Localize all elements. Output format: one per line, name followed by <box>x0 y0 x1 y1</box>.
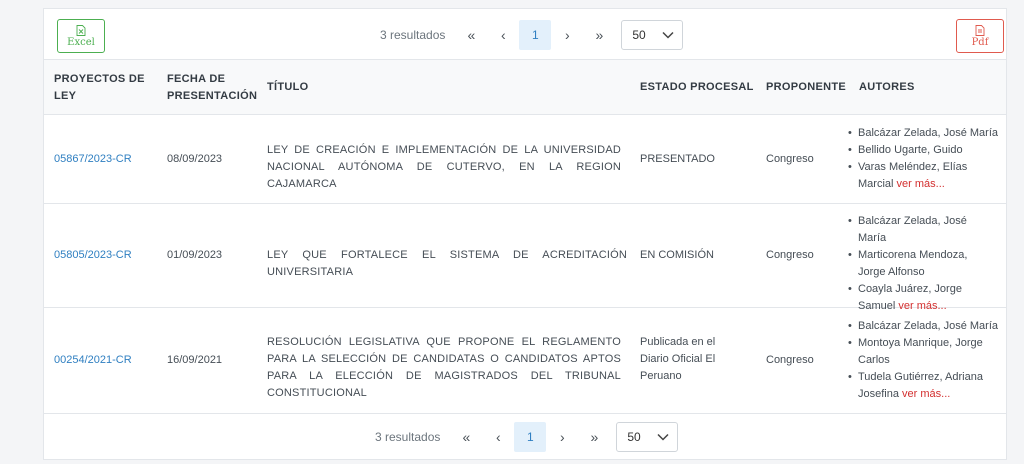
project-code-link[interactable]: 05867/2023-CR <box>54 151 132 168</box>
top-toolbar: Excel 3 resultados « ‹ 1 › » 50 Pdf <box>44 9 1006 61</box>
page-size-value: 50 <box>632 28 646 42</box>
page-1-button[interactable]: 1 <box>514 422 547 452</box>
see-more-link[interactable]: ver más... <box>902 388 950 400</box>
next-page-button[interactable]: › <box>546 422 578 452</box>
procedural-status: EN COMISIÓN <box>640 249 714 261</box>
excel-file-icon <box>76 24 86 36</box>
authors-list: Balcázar Zelada, José María Marticorena … <box>848 213 988 315</box>
last-page-button[interactable]: » <box>578 422 610 452</box>
presentation-date: 16/09/2021 <box>167 354 223 366</box>
page-1-button[interactable]: 1 <box>519 20 552 50</box>
header-estado[interactable]: ESTADO PROCESAL <box>640 79 754 96</box>
proponent: Congreso <box>766 249 814 261</box>
bill-title: LEY DE CREACIÓN E IMPLEMENTACIÓN DE LA U… <box>267 144 621 190</box>
page-size-select[interactable]: 50 <box>621 20 684 50</box>
proponent: Congreso <box>766 354 814 366</box>
author-item: Balcázar Zelada, José María <box>848 318 1000 335</box>
procedural-status: PRESENTADO <box>640 153 715 165</box>
bill-title: RESOLUCIÓN LEGISLATIVA QUE PROPONE EL RE… <box>267 336 621 399</box>
bill-title: LEY QUE FORTALECE EL SISTEMA DE ACREDITA… <box>267 249 627 278</box>
author-item: Varas Meléndez, Elías Marcial ver más... <box>848 159 1004 193</box>
presentation-date: 01/09/2023 <box>167 249 223 261</box>
prev-page-button[interactable]: ‹ <box>482 422 514 452</box>
page-size-value: 50 <box>627 430 641 444</box>
prev-page-button[interactable]: ‹ <box>487 20 519 50</box>
author-item: Bellido Ugarte, Guido <box>848 142 1004 159</box>
see-more-link[interactable]: ver más... <box>897 178 945 190</box>
procedural-status: Publicada en el Diario Oficial El Peruan… <box>640 336 716 382</box>
header-proponente[interactable]: PROPONENTE <box>766 79 846 96</box>
pagination-bottom: 3 resultados « ‹ 1 › » 50 <box>375 421 679 453</box>
header-proyectos-line1: PROYECTOS DE <box>54 73 145 85</box>
table-row: 00254/2021-CR 16/09/2021 RESOLUCIÓN LEGI… <box>44 308 1006 414</box>
pdf-file-icon <box>975 24 985 36</box>
author-item: Tudela Gutiérrez, Adriana Josefina ver m… <box>848 369 1000 403</box>
table-row: 05805/2023-CR 01/09/2023 LEY QUE FORTALE… <box>44 204 1006 312</box>
authors-list: Balcázar Zelada, José María Bellido Ugar… <box>848 125 1004 193</box>
excel-export-button[interactable]: Excel <box>57 19 105 53</box>
authors-list: Balcázar Zelada, José María Montoya Manr… <box>848 318 1000 403</box>
header-fecha[interactable]: FECHA DE PRESENTACIÓN <box>167 71 257 105</box>
results-count: 3 resultados <box>380 28 446 42</box>
header-autores[interactable]: AUTORES <box>859 79 915 96</box>
first-page-button[interactable]: « <box>450 422 482 452</box>
table-header: PROYECTOS DE LEY FECHA DE PRESENTACIÓN T… <box>44 59 1006 115</box>
project-code-link[interactable]: 05805/2023-CR <box>54 247 132 264</box>
excel-export-label: Excel <box>67 36 95 48</box>
last-page-button[interactable]: » <box>583 20 615 50</box>
first-page-button[interactable]: « <box>455 20 487 50</box>
chevron-down-icon <box>662 31 674 39</box>
project-code-link[interactable]: 00254/2021-CR <box>54 352 132 369</box>
header-proyectos-line2: LEY <box>54 90 77 102</box>
table-row: 05867/2023-CR 08/09/2023 LEY DE CREACIÓN… <box>44 115 1006 204</box>
author-item: Balcázar Zelada, José María <box>848 213 988 247</box>
pdf-export-button[interactable]: Pdf <box>956 19 1004 53</box>
presentation-date: 08/09/2023 <box>167 153 223 165</box>
pagination-top: 3 resultados « ‹ 1 › » 50 <box>380 19 684 51</box>
header-fecha-line2: PRESENTACIÓN <box>167 90 258 102</box>
proponent: Congreso <box>766 153 814 165</box>
chevron-down-icon <box>657 433 669 441</box>
header-fecha-line1: FECHA DE <box>167 73 226 85</box>
author-item: Montoya Manrique, Jorge Carlos <box>848 335 1000 369</box>
author-item: Balcázar Zelada, José María <box>848 125 1004 142</box>
results-count: 3 resultados <box>375 430 441 444</box>
pdf-export-label: Pdf <box>971 36 989 48</box>
page-size-select[interactable]: 50 <box>616 422 679 452</box>
results-card: Excel 3 resultados « ‹ 1 › » 50 Pdf PROY… <box>43 8 1007 460</box>
author-item: Marticorena Mendoza, Jorge Alfonso <box>848 247 988 281</box>
next-page-button[interactable]: › <box>551 20 583 50</box>
header-proyectos[interactable]: PROYECTOS DE LEY <box>54 71 145 105</box>
header-titulo[interactable]: TÍTULO <box>267 79 309 96</box>
